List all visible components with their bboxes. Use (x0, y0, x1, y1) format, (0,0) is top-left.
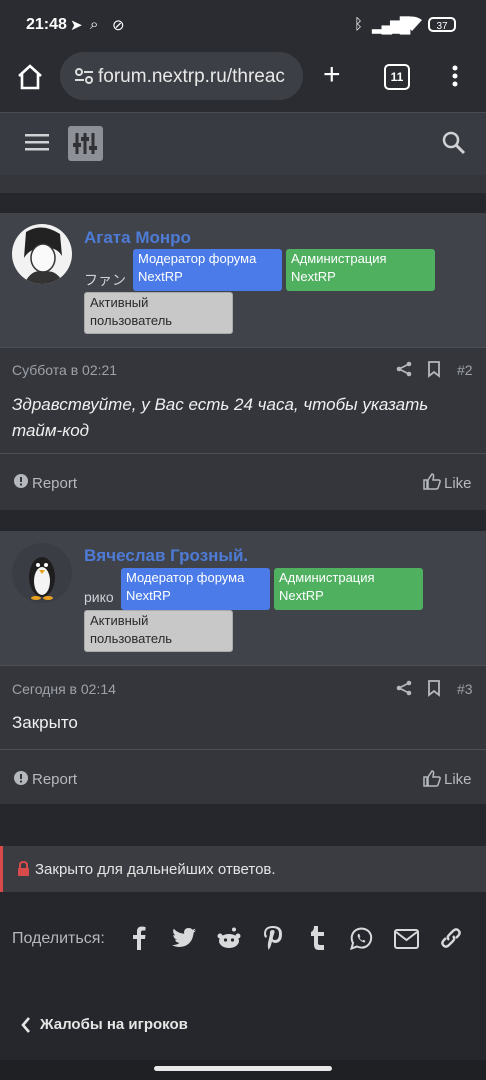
post-date[interactable]: Сегодня в 02:14 (12, 681, 116, 697)
link-icon[interactable] (439, 926, 463, 956)
bookmark-icon[interactable] (427, 360, 441, 383)
search-status-icon: ⌕ (90, 16, 99, 33)
site-settings-icon[interactable] (74, 67, 94, 90)
chevron-left-icon (21, 1017, 31, 1038)
report-icon (14, 474, 28, 493)
post-number[interactable]: #3 (457, 681, 473, 697)
back-link-label: Жалобы на игроков (40, 1016, 188, 1033)
post-card: Вячеслав Грозный. рико Модератор форума … (0, 531, 486, 804)
post-card: Агата Монро ファン Модератор форума NextRP … (0, 213, 486, 510)
telegram-icon: ➤ (70, 17, 83, 34)
lock-icon (17, 860, 30, 881)
browser-toolbar: forum.nextrp.ru/threac + 11 (0, 50, 486, 112)
post-actions: Report Like (0, 453, 486, 510)
report-button[interactable]: Report (32, 771, 77, 788)
badge-moderator: Модератор форума NextRP (121, 568, 270, 610)
dnd-icon: ⊘ (112, 17, 125, 34)
closed-notice-text: Закрыто для дальнейших ответов. (35, 861, 276, 878)
username[interactable]: Вячеслав Грозный. (84, 546, 248, 566)
url-text: forum.nextrp.ru/threac (98, 66, 285, 87)
hamburger-menu-icon[interactable] (25, 134, 49, 157)
new-tab-icon[interactable]: + (323, 60, 341, 90)
share-post-icon[interactable] (396, 361, 412, 382)
tumblr-icon[interactable] (310, 926, 326, 956)
navigation-bar (0, 1060, 486, 1080)
report-button[interactable]: Report (32, 475, 77, 492)
share-row: Поделиться: (0, 918, 486, 962)
like-button[interactable]: Like (444, 475, 472, 492)
post-date[interactable]: Суббота в 02:21 (12, 362, 117, 378)
more-menu-icon[interactable] (452, 65, 458, 92)
post-actions: Report Like (0, 749, 486, 804)
report-icon (14, 771, 28, 790)
breadcrumb[interactable]: Жалобы на игроков (0, 1004, 486, 1046)
site-logo[interactable] (68, 126, 103, 161)
post-content: Здравствуйте, у Вас есть 24 часа, чтобы … (12, 395, 429, 440)
like-button[interactable]: Like (444, 771, 472, 788)
gesture-handle[interactable] (154, 1066, 332, 1071)
post-content: Закрыто (12, 713, 78, 732)
home-icon[interactable] (16, 64, 44, 95)
previous-post-edge (0, 175, 486, 193)
badge-administration: Администрация NextRP (274, 568, 423, 610)
share-label: Поделиться: (12, 930, 105, 947)
twitter-icon[interactable] (172, 928, 196, 954)
wifi-icon (402, 16, 422, 36)
user-title: рико (84, 589, 114, 605)
share-post-icon[interactable] (396, 680, 412, 701)
like-icon[interactable] (423, 473, 441, 495)
status-time: 21:48 (26, 16, 67, 33)
facebook-icon[interactable] (132, 926, 146, 956)
user-title: ファン (84, 272, 126, 288)
url-bar[interactable]: forum.nextrp.ru/threac (60, 52, 303, 100)
avatar[interactable] (12, 543, 72, 603)
whatsapp-icon[interactable] (350, 927, 373, 956)
post-number[interactable]: #2 (457, 362, 473, 378)
post-header: Агата Монро ファン Модератор форума NextRP … (0, 213, 486, 348)
username[interactable]: Агата Монро (84, 228, 191, 248)
battery-icon: 37 (428, 17, 456, 32)
email-icon[interactable] (394, 929, 419, 955)
like-icon[interactable] (423, 770, 441, 792)
post-header: Вячеслав Грозный. рико Модератор форума … (0, 531, 486, 666)
forum-header (0, 112, 486, 175)
avatar[interactable] (12, 224, 72, 284)
bookmark-icon[interactable] (427, 679, 441, 702)
pinterest-icon[interactable] (263, 926, 283, 956)
badge-active-user: Активный пользователь (84, 610, 233, 652)
closed-notice: Закрыто для дальнейших ответов. (0, 846, 486, 892)
badge-moderator: Модератор форума NextRP (133, 249, 282, 291)
badge-active-user: Активный пользователь (84, 292, 233, 334)
reddit-icon[interactable] (217, 927, 241, 955)
search-icon[interactable] (442, 131, 466, 160)
tab-count-button[interactable]: 11 (384, 64, 410, 90)
bluetooth-icon: ᛒ (354, 16, 364, 33)
badge-administration: Администрация NextRP (286, 249, 435, 291)
status-bar: 21:48 ➤ ⌕ ⊘ ᛒ ▂▄▆█ 37 (0, 0, 486, 50)
